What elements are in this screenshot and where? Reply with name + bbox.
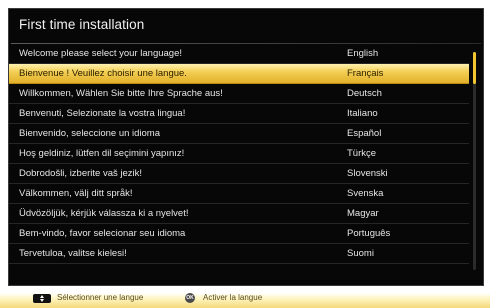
language-name: Deutsch — [347, 88, 382, 99]
language-row-suomi[interactable]: Tervetuloa, valitse kielesi! Suomi — [9, 244, 469, 264]
language-row-turkce[interactable]: Hoş geldiniz, lütfen dil seçimini yapını… — [9, 144, 469, 164]
footer-hint-bar: Sélectionner une langue OK Activer la la… — [0, 290, 490, 308]
language-name: Português — [347, 228, 391, 239]
welcome-message: Welcome please select your language! — [19, 48, 183, 59]
select-language-hint: Sélectionner une langue — [33, 293, 173, 305]
language-row-magyar[interactable]: Üdvözöljük, kérjük válassza ki a nyelvet… — [9, 204, 469, 224]
language-row-espanol[interactable]: Bienvenido, seleccione un idioma Español — [9, 124, 469, 144]
scrollbar-thumb[interactable] — [473, 52, 476, 84]
language-row-deutsch[interactable]: Willkommen, Wählen Sie bitte Ihre Sprach… — [9, 84, 469, 104]
language-row-francais[interactable]: Bienvenue ! Veuillez choisir une langue.… — [9, 64, 469, 84]
language-row-svenska[interactable]: Välkommen, välj ditt språk! Svenska — [9, 184, 469, 204]
welcome-message: Välkommen, välj ditt språk! — [19, 188, 133, 199]
welcome-message: Üdvözöljük, kérjük válassza ki a nyelvet… — [19, 208, 189, 219]
language-row-english[interactable]: Welcome please select your language! Eng… — [9, 44, 469, 64]
language-name: English — [347, 48, 379, 59]
language-name: Español — [347, 128, 382, 139]
language-name: Magyar — [347, 208, 379, 219]
welcome-message: Tervetuloa, valitse kielesi! — [19, 248, 127, 259]
select-hint-label: Sélectionner une langue — [57, 293, 144, 302]
language-name: Slovenski — [347, 168, 388, 179]
language-row-italiano[interactable]: Benvenuti, Selezionate la vostra lingua!… — [9, 104, 469, 124]
up-down-arrows-icon — [33, 294, 51, 303]
language-name: Français — [347, 68, 384, 79]
activate-hint-label: Activer la langue — [203, 293, 263, 302]
activate-language-hint: OK Activer la langue — [185, 293, 305, 305]
language-name: Suomi — [347, 248, 374, 259]
language-name: Türkçe — [347, 148, 377, 159]
page-title: First time installation — [19, 17, 145, 32]
welcome-message: Benvenuti, Selezionate la vostra lingua! — [19, 108, 186, 119]
welcome-message: Bem-vindo, favor selecionar seu idioma — [19, 228, 186, 239]
welcome-message: Dobrodošli, izberite vaš jezik! — [19, 168, 143, 179]
installation-panel: First time installation Welcome please s… — [8, 8, 484, 286]
language-list: Welcome please select your language! Eng… — [9, 44, 483, 284]
language-row-portugues[interactable]: Bem-vindo, favor selecionar seu idioma P… — [9, 224, 469, 244]
welcome-message: Bienvenido, seleccione un idioma — [19, 128, 161, 139]
ok-button-icon: OK — [185, 293, 195, 303]
language-row-slovenski[interactable]: Dobrodošli, izberite vaš jezik! Slovensk… — [9, 164, 469, 184]
list-scrollbar[interactable] — [473, 52, 476, 270]
welcome-message: Willkommen, Wählen Sie bitte Ihre Sprach… — [19, 88, 223, 99]
language-name: Svenska — [347, 188, 384, 199]
welcome-message: Bienvenue ! Veuillez choisir une langue. — [19, 68, 187, 79]
welcome-message: Hoş geldiniz, lütfen dil seçimini yapını… — [19, 148, 185, 159]
language-name: Italiano — [347, 108, 378, 119]
